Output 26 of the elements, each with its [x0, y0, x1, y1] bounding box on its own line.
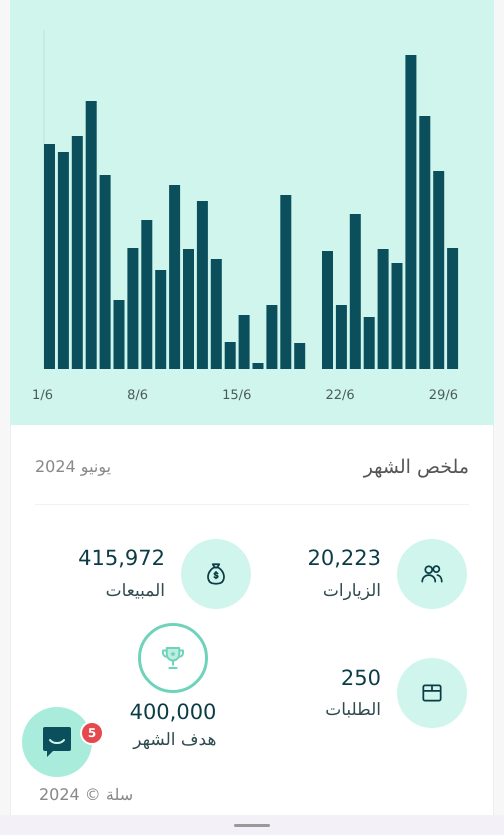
stat-label: الطلبات	[325, 699, 381, 722]
period-label: يونيو 2024	[35, 456, 112, 478]
stat-label: الزيارات	[322, 580, 381, 602]
axis-label: 22/6	[325, 387, 355, 405]
drag-handle[interactable]	[234, 824, 270, 826]
axis-label: 29/6	[428, 387, 458, 405]
card-title: ملخص الشهر	[364, 455, 469, 480]
stat-label: هدف الشهر	[133, 729, 216, 752]
axis-label: 8/6	[127, 387, 148, 405]
bar	[252, 363, 264, 369]
stat-value: 20,223	[308, 545, 381, 572]
axis-label: 15/6	[222, 387, 252, 405]
bar	[238, 315, 250, 369]
bar	[294, 343, 306, 369]
stat-label: المبيعات	[106, 580, 165, 602]
stat-value: 400,000	[130, 698, 216, 726]
bar	[336, 305, 347, 369]
copyright-text: سلة © 2024	[38, 784, 134, 806]
bar	[266, 305, 278, 369]
bar	[224, 342, 236, 369]
axis-label: 1/6	[32, 387, 53, 405]
chat-icon	[41, 725, 73, 759]
stat-value: 415,972	[78, 545, 165, 572]
bar	[114, 300, 124, 369]
stat-value: 250	[340, 664, 381, 692]
bar	[364, 317, 375, 369]
